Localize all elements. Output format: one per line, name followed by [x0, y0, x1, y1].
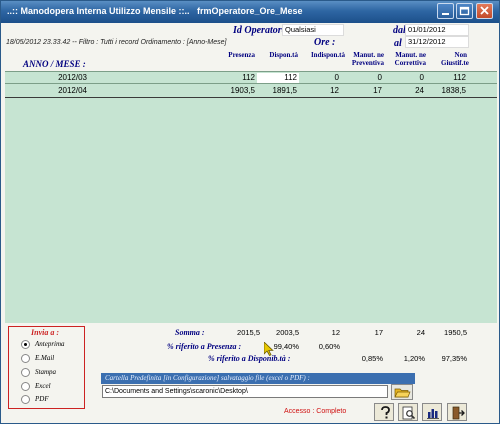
cell-indisponibilita: 12 — [330, 86, 339, 95]
chart-icon — [427, 409, 439, 419]
dal-field[interactable]: 01/01/2012 — [405, 24, 469, 36]
somma-disponibilita: 2003,5 — [276, 328, 299, 337]
ore-label: Ore : — [314, 37, 336, 48]
chart-button[interactable] — [422, 403, 442, 421]
maximize-button[interactable] — [456, 3, 473, 19]
table-row[interactable]: 2012/03 112 112 0 0 0 112 — [5, 71, 497, 84]
col-indisponibilita[interactable]: Indispon.tà — [299, 51, 345, 59]
somma-non-giustificate: 1950,5 — [444, 328, 467, 337]
pdf-folder-header: Cartella Predefinita [in Configurazione]… — [101, 373, 415, 384]
preview-icon — [402, 406, 416, 420]
col-presenza[interactable]: Presenza — [221, 51, 255, 59]
maximize-icon — [459, 6, 470, 16]
perc-disp-correttiva: 1,20% — [403, 354, 425, 363]
cell-presenza: 112 — [242, 73, 255, 82]
radio-excel[interactable] — [21, 382, 30, 391]
perc-disp-non-giustificate: 97,35% — [441, 354, 467, 363]
invia-group: Invia a : Anteprima E.Mail Stampa Excel … — [8, 326, 85, 409]
minimize-icon — [442, 13, 449, 15]
table-row[interactable]: 2012/04 1903,5 1891,5 12 17 24 1838,5 — [5, 85, 497, 98]
somma-label: Somma : — [175, 328, 205, 337]
somma-correttiva: 24 — [416, 328, 425, 337]
title-bar[interactable]: ..:: Manodopera Interna Utilizzo Mensile… — [1, 1, 499, 23]
radio-anteprima[interactable] — [21, 340, 30, 349]
info-line: 18/05/2012 23.33.42 -- Filtro : Tutti i … — [6, 39, 227, 46]
radio-pdf-label[interactable]: PDF — [35, 395, 49, 403]
pdf-folder-panel: Cartella Predefinita [in Configurazione]… — [101, 373, 415, 401]
dal-label: dal — [393, 25, 406, 36]
anno-mese-label: ANNO / MESE : — [23, 59, 86, 69]
somma-indisponibilita: 12 — [331, 328, 340, 337]
help-button[interactable] — [374, 403, 394, 421]
cell-non-giustificate: 112 — [453, 73, 466, 82]
perc-presenza-label: % riferito a Presenza : — [167, 342, 242, 351]
folder-icon — [394, 388, 411, 398]
invia-title: Invia a : — [31, 328, 59, 337]
data-grid[interactable]: 2012/03 112 112 0 0 0 112 2012/04 1903,5… — [5, 71, 497, 323]
cell-preventiva: 17 — [373, 86, 382, 95]
col-non-giustificate[interactable]: Non Giustif.te — [441, 51, 469, 67]
cell-preventiva: 0 — [377, 73, 382, 82]
pdf-folder-path-field[interactable]: C:\Documents and Settings\scaronic\Deskt… — [102, 385, 388, 398]
radio-excel-label[interactable]: Excel — [35, 382, 51, 390]
somma-preventiva: 17 — [374, 328, 383, 337]
browse-folder-button[interactable] — [391, 384, 413, 400]
perc-disp-label: % riferito a Disponib.tà : — [208, 354, 291, 363]
close-icon — [480, 6, 489, 15]
cell-non-giustificate: 1838,5 — [441, 86, 466, 95]
radio-stampa[interactable] — [21, 368, 30, 377]
col-manut-preventiva[interactable]: Manut. ne Preventiva — [348, 51, 384, 67]
radio-email-label[interactable]: E.Mail — [35, 354, 54, 362]
radio-stampa-label[interactable]: Stampa — [35, 368, 56, 376]
cell-disponibilita[interactable]: 112 — [257, 73, 299, 83]
exit-button[interactable] — [447, 403, 467, 421]
mouse-cursor-icon — [264, 342, 274, 356]
operatore-label: Id Operatore — [233, 25, 287, 36]
cell-correttiva: 0 — [419, 73, 424, 82]
col-manut-correttiva[interactable]: Manut. ne Correttiva — [388, 51, 426, 67]
minimize-button[interactable] — [437, 3, 454, 19]
radio-pdf[interactable] — [21, 395, 30, 404]
cell-indisponibilita: 0 — [334, 73, 339, 82]
cell-periodo: 2012/04 — [58, 86, 87, 95]
preview-button[interactable] — [398, 403, 418, 421]
cell-correttiva: 24 — [415, 86, 424, 95]
cell-periodo: 2012/03 — [58, 73, 87, 82]
operatore-field[interactable]: Qualsiasi — [282, 24, 344, 36]
window-title: ..:: Manodopera Interna Utilizzo Mensile… — [7, 6, 303, 16]
col-disponibilita[interactable]: Dispon.tà — [256, 51, 298, 59]
perc-presenza-indisponibilita: 0,60% — [318, 342, 340, 351]
somma-presenza: 2015,5 — [237, 328, 260, 337]
close-button[interactable] — [476, 3, 493, 19]
al-label: al — [394, 38, 402, 49]
radio-anteprima-label[interactable]: Anteprima — [35, 340, 65, 348]
accesso-status: Accesso : Completo — [284, 408, 347, 415]
al-field[interactable]: 31/12/2012 — [405, 36, 469, 48]
cell-presenza: 1903,5 — [230, 86, 255, 95]
radio-email[interactable] — [21, 354, 30, 363]
perc-disp-preventiva: 0,85% — [361, 354, 383, 363]
cell-disponibilita: 1891,5 — [272, 86, 297, 95]
help-icon — [381, 406, 390, 419]
exit-icon — [452, 406, 465, 420]
application-window: ..:: Manodopera Interna Utilizzo Mensile… — [0, 0, 500, 424]
